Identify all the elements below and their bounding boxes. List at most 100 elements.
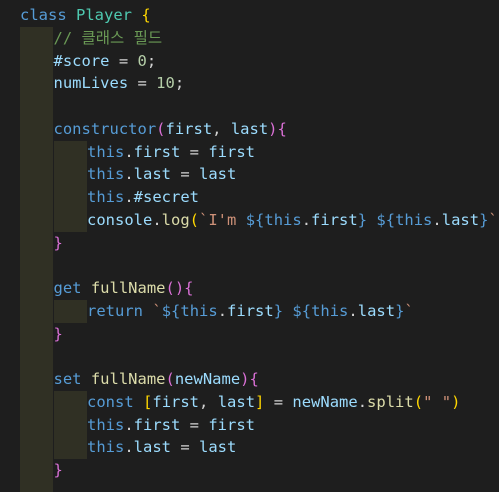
code-token: `I'm: [199, 210, 246, 229]
code-token: .: [124, 415, 134, 434]
code-token: =: [109, 51, 138, 70]
code-token: first: [152, 392, 200, 411]
indent-guide: [20, 345, 53, 368]
code-line[interactable]: [0, 254, 499, 277]
indent-guide: [20, 390, 53, 414]
code-token: last: [199, 165, 237, 184]
code-token: constructor: [53, 119, 157, 138]
code-token: ${: [376, 210, 396, 229]
code-text: // 클래스 필드: [54, 27, 163, 50]
code-line[interactable]: this.last = last: [0, 163, 499, 186]
code-token: (: [156, 119, 166, 138]
code-line[interactable]: }: [0, 231, 499, 255]
code-text: console.log(`I'm ${this.first} ${this.la…: [87, 209, 499, 232]
code-line[interactable]: console.log(`I'm ${this.first} ${this.la…: [0, 208, 499, 232]
code-token: return: [87, 301, 143, 320]
code-token: `: [488, 210, 498, 229]
code-token: =: [180, 415, 209, 434]
code-token: =: [171, 438, 199, 457]
code-text: }: [54, 323, 63, 346]
code-line[interactable]: this.#secret: [0, 186, 499, 209]
code-token: this: [87, 188, 125, 206]
code-token: last: [199, 438, 237, 457]
code-line[interactable]: get fullName(){: [0, 277, 499, 300]
indent-guide: [20, 95, 53, 118]
code-token: fullName: [90, 279, 166, 297]
code-token: console: [87, 210, 153, 229]
code-token: log: [161, 210, 190, 229]
code-line[interactable]: constructor(first, last){: [0, 117, 499, 141]
code-token: (: [413, 392, 424, 411]
indent-guide: [53, 208, 87, 232]
code-token: last: [441, 210, 480, 229]
code-token: }: [395, 301, 405, 320]
code-token: this: [87, 165, 125, 184]
code-editor[interactable]: class Player {// 클래스 필드 #score = 0; numLiv…: [0, 0, 499, 492]
code-token: set: [53, 370, 82, 388]
code-line[interactable]: [0, 481, 499, 492]
code-token: =: [128, 74, 157, 93]
indent-guide: [20, 299, 53, 323]
code-token: get: [53, 279, 82, 297]
code-text: return `${this.first} ${this.last}`: [87, 300, 414, 323]
code-token: " ": [423, 392, 452, 411]
code-token: this: [87, 142, 125, 161]
code-token: `: [404, 301, 414, 320]
code-token: last: [133, 438, 171, 457]
code-token: 0: [137, 51, 147, 70]
indent-guide: [53, 436, 87, 459]
code-token: class: [20, 6, 67, 24]
code-line[interactable]: #score = 0;: [0, 49, 499, 73]
code-token: (: [189, 210, 200, 229]
code-line[interactable]: const [first, last] = newName.split(" "): [0, 390, 499, 414]
code-token: {: [141, 6, 151, 24]
indent-guide: [53, 186, 87, 209]
code-token: first: [311, 210, 358, 229]
code-line[interactable]: class Player {: [0, 4, 499, 27]
code-token: [: [143, 392, 153, 411]
indent-guide: [20, 436, 53, 459]
code-line[interactable]: }: [0, 459, 499, 482]
code-token: ;: [174, 74, 185, 93]
code-line[interactable]: [0, 95, 499, 118]
code-token: .: [152, 210, 162, 229]
code-token: }: [357, 210, 368, 229]
indent-guide: [20, 481, 53, 492]
indent-guide: [53, 163, 87, 186]
code-token: first: [133, 142, 181, 161]
code-token: numLives: [53, 74, 129, 93]
code-line[interactable]: set fullName(newName){: [0, 368, 499, 391]
code-line[interactable]: this.first = first: [0, 413, 499, 437]
code-line[interactable]: [0, 345, 499, 368]
code-token: .: [217, 301, 228, 320]
code-token: .: [357, 392, 368, 411]
code-text: numLives = 10;: [54, 72, 185, 95]
code-token: .: [432, 210, 442, 229]
indent-guide: [20, 186, 53, 209]
code-line[interactable]: this.first = first: [0, 140, 499, 164]
code-line[interactable]: }: [0, 322, 499, 346]
code-token: =: [171, 165, 199, 184]
code-token: this: [395, 210, 433, 229]
code-line[interactable]: numLives = 10;: [0, 72, 499, 95]
code-line[interactable]: this.last = last: [0, 436, 499, 459]
code-token: ;: [146, 51, 157, 70]
indent-guide: [20, 72, 53, 95]
code-token: last: [357, 301, 396, 320]
indent-guide: [53, 299, 87, 323]
indent-guide: [53, 390, 87, 414]
code-line[interactable]: // 클래스 필드: [0, 26, 499, 50]
code-token: newName: [292, 392, 358, 411]
code-text: class Player {: [20, 4, 151, 27]
code-token: {: [277, 119, 287, 138]
code-line[interactable]: return `${this.first} ${this.last}`: [0, 299, 499, 323]
code-token: last: [217, 392, 256, 411]
code-token: split: [367, 392, 414, 411]
code-token: this: [311, 301, 349, 320]
code-token: ): [240, 370, 250, 388]
